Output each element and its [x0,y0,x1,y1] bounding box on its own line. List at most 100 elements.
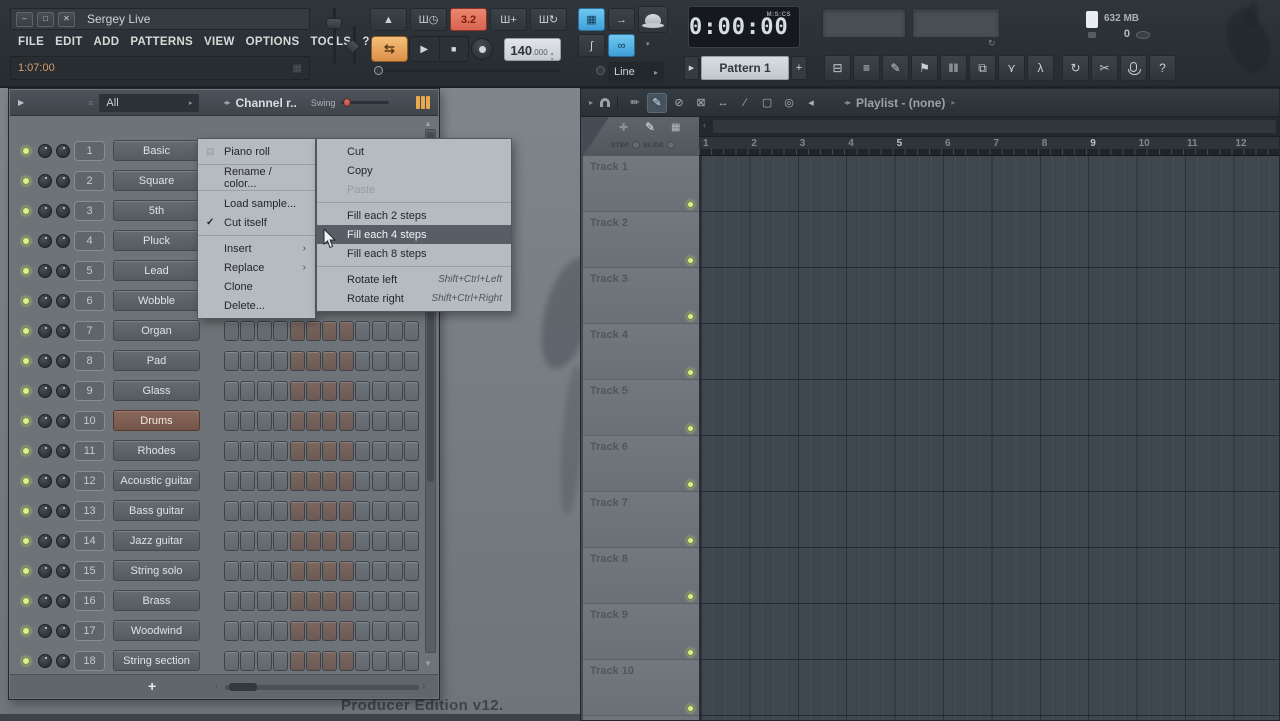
song-position-knob[interactable] [374,66,383,75]
volume-knob[interactable] [56,264,70,278]
pan-knob[interactable] [38,204,52,218]
pattern-song-toggle[interactable]: ⇆ [371,36,408,62]
pan-knob[interactable] [38,624,52,638]
menu-file[interactable]: FILE [18,36,44,48]
draw-tool-icon[interactable]: ✏ [625,93,645,113]
track-led[interactable] [687,481,694,488]
step-cell[interactable] [224,381,239,401]
step-cell[interactable] [224,591,239,611]
step-cell[interactable] [290,411,305,431]
playlist-collapse-arrow[interactable]: ▸ [589,98,593,107]
step-cell[interactable] [257,501,272,521]
step-cell[interactable] [306,321,321,341]
pan-knob[interactable] [38,564,52,578]
step-cell[interactable] [388,621,403,641]
scroll-left-arrow[interactable]: ‹ [703,120,706,130]
step-cell[interactable] [388,561,403,581]
menu-item-clone[interactable]: Clone [198,277,315,296]
step-cell[interactable] [322,651,337,671]
step-cell[interactable] [257,381,272,401]
pan-knob[interactable] [38,144,52,158]
channel-button-acoustic-guitar[interactable]: Acoustic guitar [113,470,200,491]
step-cell[interactable] [273,351,288,371]
channel-number[interactable]: 1 [74,141,105,161]
graph-mode-icon[interactable] [416,96,430,109]
menu-item-piano-roll[interactable]: ▤Piano roll [198,142,315,161]
channel-led[interactable] [22,207,30,215]
metronome-icon[interactable]: ▲ [370,8,407,31]
step-cell[interactable] [404,621,419,641]
step-cell[interactable] [322,561,337,581]
step-cell[interactable] [404,381,419,401]
step-cell[interactable] [273,591,288,611]
step-cell[interactable] [240,531,255,551]
menu-item-replace[interactable]: Replace› [198,258,315,277]
multilink-controllers-button[interactable] [638,6,668,33]
menu-item-cut-itself[interactable]: ✓Cut itself [198,213,315,232]
step-cell[interactable] [240,441,255,461]
menu-item-insert[interactable]: Insert› [198,239,315,258]
link-toggle[interactable]: ∞ [608,34,635,57]
step-cell[interactable] [339,381,354,401]
menu-edit[interactable]: EDIT [55,36,82,48]
pattern-menu-arrow[interactable]: ▶ [684,56,699,80]
add-channel-button[interactable]: + [148,678,156,694]
step-cell[interactable] [306,471,321,491]
step-cell[interactable] [224,411,239,431]
step-cell[interactable] [372,351,387,371]
step-cell[interactable] [322,471,337,491]
pan-knob[interactable] [38,474,52,488]
mute-tool-icon[interactable]: ⊠ [691,93,711,113]
channel-button-pad[interactable]: Pad [113,350,200,371]
pan-knob[interactable] [38,264,52,278]
pan-knob[interactable] [38,294,52,308]
channel-led[interactable] [22,327,30,335]
cut-tool-button-icon[interactable]: ✂ [1091,55,1118,81]
step-cell[interactable] [257,561,272,581]
step-cell[interactable] [306,441,321,461]
channel-led[interactable] [22,477,30,485]
step-cell[interactable] [290,381,305,401]
step-cell[interactable] [355,441,370,461]
step-toggle[interactable] [632,141,640,149]
step-cell[interactable] [290,351,305,371]
channel-button-drums[interactable]: Drums [113,410,200,431]
time-display-panel[interactable]: 0:00:00 M:S:CS [688,6,800,48]
channel-number[interactable]: 4 [74,231,105,251]
step-cell[interactable] [322,441,337,461]
mixer-toggle-icon[interactable]: ‖‖ [940,55,967,81]
playlist-toggle-icon[interactable]: ⊟ [824,55,851,81]
step-cell[interactable] [404,531,419,551]
menu-item-fill-each-4-steps[interactable]: Fill each 4 steps [317,225,511,244]
zoom-tool-icon[interactable]: ◎ [779,93,799,113]
step-cell[interactable] [290,531,305,551]
step-cell[interactable] [355,651,370,671]
step-cell[interactable] [273,411,288,431]
track-led[interactable] [687,369,694,376]
menu-item-rotate-left[interactable]: Rotate leftShift+Ctrl+Left [317,270,511,289]
step-cell[interactable] [240,591,255,611]
channel-led[interactable] [22,657,30,665]
step-cell[interactable] [257,621,272,641]
step-cell[interactable] [306,591,321,611]
channel-led[interactable] [22,537,30,545]
chevron-right-icon[interactable]: ▸ [951,98,955,107]
playlist-track-track-2[interactable]: Track 2 [583,212,699,268]
step-cell[interactable] [224,531,239,551]
step-cell[interactable] [290,591,305,611]
step-cell[interactable] [355,351,370,371]
step-cell[interactable] [372,621,387,641]
blend-notes-icon[interactable]: Ш+ [490,8,527,31]
channel-button-jazz-guitar[interactable]: Jazz guitar [113,530,200,551]
record-audio-button-icon[interactable] [1120,55,1147,81]
channel-button-lead[interactable]: Lead [113,260,200,281]
step-cell[interactable] [322,381,337,401]
add-pattern-button[interactable]: + [791,56,807,80]
pan-knob[interactable] [38,174,52,188]
step-cell[interactable] [273,471,288,491]
step-cell[interactable] [306,561,321,581]
step-cell[interactable] [322,411,337,431]
channel-number[interactable]: 7 [74,321,105,341]
track-led[interactable] [687,313,694,320]
channel-number[interactable]: 11 [74,441,105,461]
